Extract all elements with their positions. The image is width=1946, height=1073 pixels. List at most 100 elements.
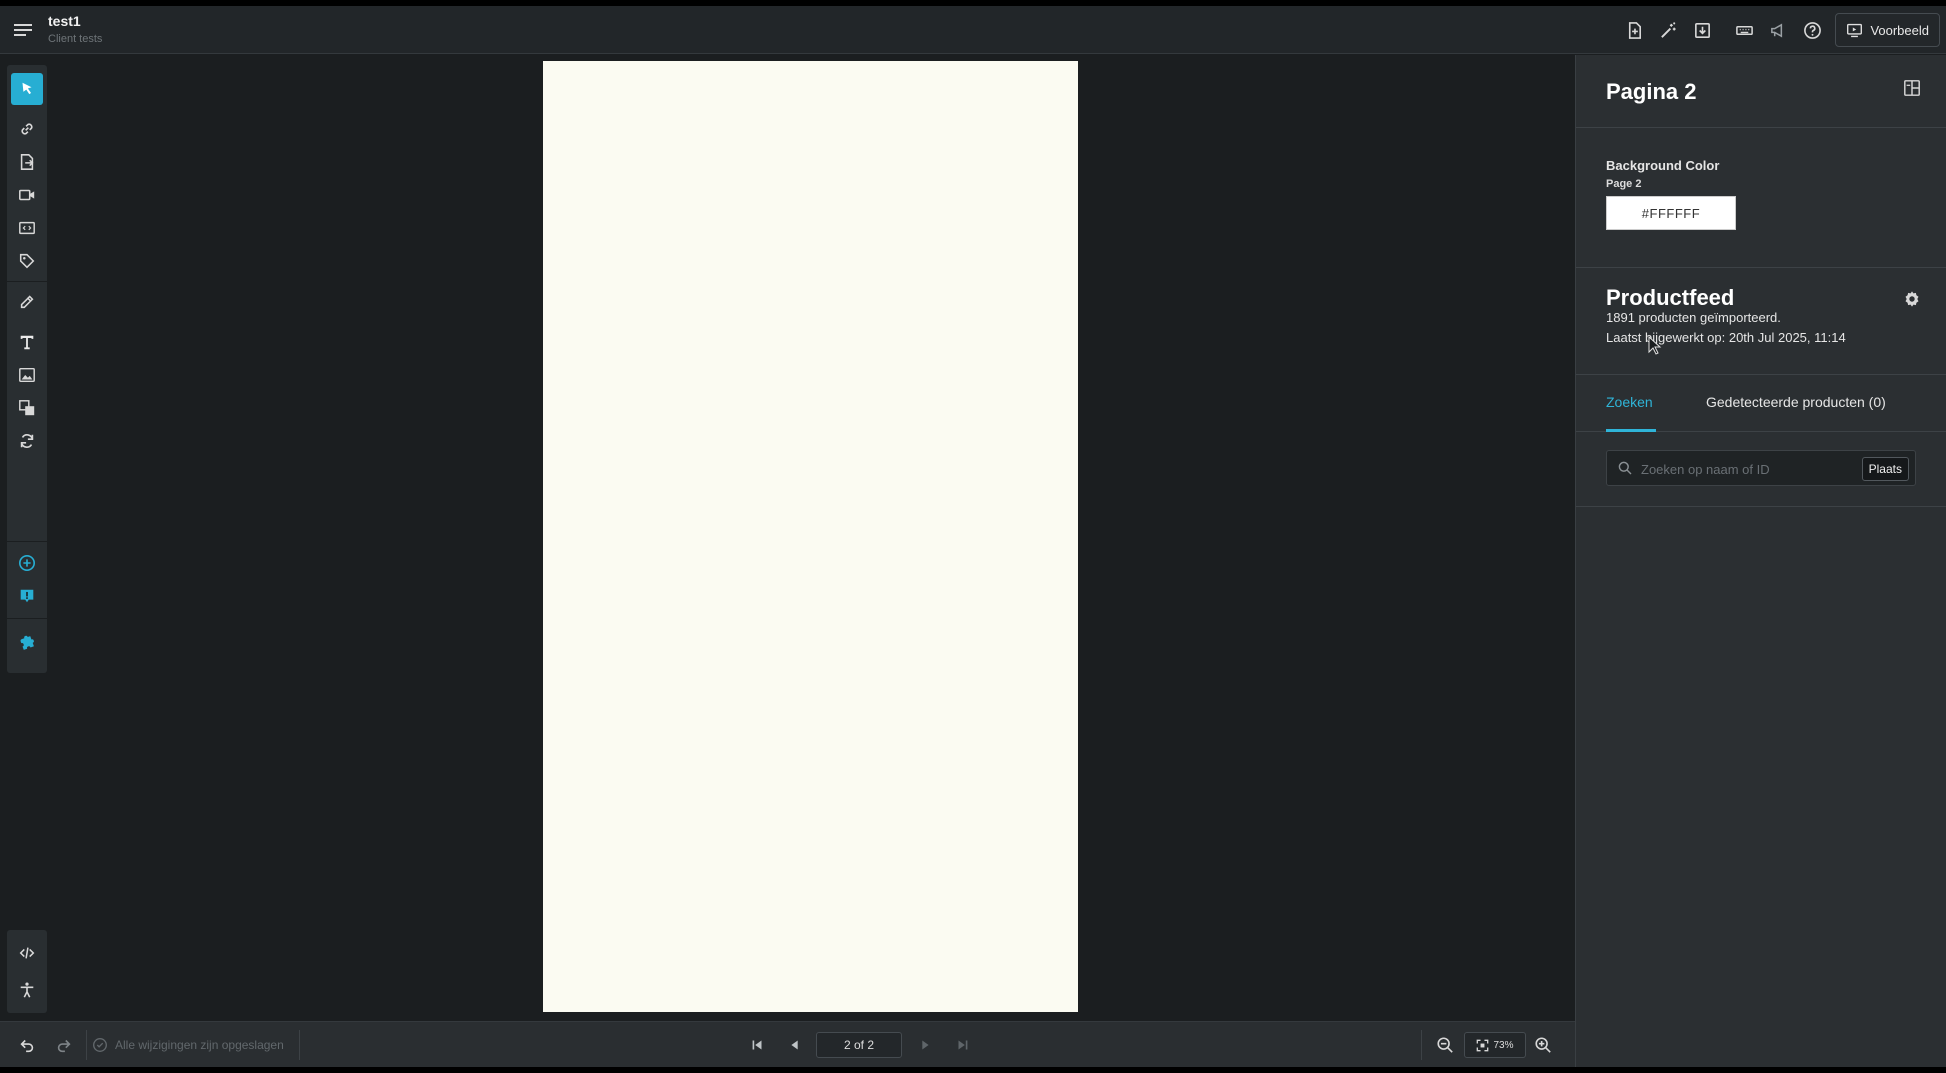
comment-tool[interactable] (11, 580, 43, 612)
tab-detected-products[interactable]: Gedetecteerde producten (0) (1706, 394, 1886, 410)
pen-icon (20, 295, 34, 309)
image-tool[interactable] (11, 359, 43, 391)
shapes-icon (19, 400, 35, 416)
place-button[interactable]: Plaats (1861, 457, 1909, 481)
puzzle-icon (20, 635, 34, 650)
first-page-icon (752, 1040, 762, 1050)
hamburger-menu-icon[interactable] (12, 20, 34, 40)
monitor-play-icon (1847, 23, 1863, 37)
file-export-icon (20, 154, 34, 170)
left-bottom-toolbar (7, 930, 47, 1013)
last-page-button[interactable] (949, 1031, 977, 1059)
toolbar-divider (7, 618, 47, 619)
link-tool[interactable] (11, 113, 43, 145)
accessibility-icon (20, 982, 34, 998)
toolbar-divider (7, 541, 47, 542)
image-icon (19, 367, 35, 383)
saved-status-icon (86, 1031, 114, 1059)
previous-page-button[interactable] (781, 1031, 809, 1059)
background-color-picker[interactable]: #FFFFFF (1606, 196, 1736, 230)
announcements-button[interactable] (1761, 13, 1795, 47)
top-bar: test1 Client tests Voorbeeld (0, 6, 1946, 54)
embed-code-icon (19, 221, 35, 235)
background-color-label: Background Color (1606, 158, 1720, 173)
megaphone-icon (1771, 22, 1783, 38)
zoom-level: 73% (1493, 1039, 1514, 1051)
page-label: Page 2 (1606, 178, 1642, 190)
new-page-button[interactable] (1617, 13, 1651, 47)
code-view-button[interactable] (11, 937, 43, 969)
mouse-cursor-icon (1648, 336, 1662, 355)
link-icon (21, 123, 33, 135)
tag-tool[interactable] (11, 245, 43, 277)
text-icon (20, 335, 34, 350)
zoom-fit-button[interactable]: 73% (1464, 1032, 1526, 1058)
canvas-page[interactable] (543, 61, 1078, 1012)
fit-screen-icon (1477, 1039, 1489, 1051)
zoom-out-icon (1437, 1037, 1453, 1053)
left-toolbar (7, 65, 47, 673)
undo-button[interactable] (13, 1031, 41, 1059)
redo-button[interactable] (50, 1031, 78, 1059)
plus-circle-icon (18, 554, 36, 572)
productfeed-section: Productfeed 1891 producten geïmporteerd.… (1576, 268, 1946, 375)
file-add-icon (1628, 21, 1641, 39)
accessibility-button[interactable] (11, 974, 43, 1006)
download-icon (1694, 22, 1710, 38)
pointer-icon (22, 82, 32, 95)
divider (1421, 1030, 1422, 1060)
help-icon (1804, 21, 1821, 39)
keyboard-button[interactable] (1727, 13, 1761, 47)
saved-status-text: Alle wijzigingen zijn opgeslagen (115, 1038, 284, 1052)
preview-button[interactable]: Voorbeeld (1835, 13, 1940, 47)
undo-icon (20, 1039, 34, 1053)
alert-message-icon (20, 589, 34, 603)
tag-icon (19, 253, 35, 269)
draw-tool[interactable] (11, 285, 43, 317)
last-page-icon (958, 1040, 968, 1050)
select-tool[interactable] (11, 73, 43, 105)
next-page-button[interactable] (911, 1031, 939, 1059)
refresh-icon (20, 434, 34, 448)
plugin-tool[interactable] (11, 627, 43, 659)
first-page-button[interactable] (743, 1031, 771, 1059)
productfeed-title: Productfeed (1606, 285, 1735, 310)
product-search-input[interactable] (1641, 457, 1851, 481)
page-indicator[interactable]: 2 of 2 (816, 1032, 902, 1058)
check-circle-icon (93, 1038, 107, 1052)
refresh-tool[interactable] (11, 425, 43, 457)
background-section: Background Color Page 2 #FFFFFF (1576, 128, 1946, 268)
zoom-out-button[interactable] (1431, 1031, 1459, 1059)
magic-wand-button[interactable] (1651, 13, 1685, 47)
embed-tool[interactable] (11, 212, 43, 244)
page-link-tool[interactable] (11, 146, 43, 178)
top-actions: Voorbeeld (1617, 6, 1946, 54)
add-element-tool[interactable] (11, 547, 43, 579)
gear-icon[interactable] (1903, 290, 1921, 308)
zoom-in-icon (1535, 1037, 1551, 1053)
products-imported-text: 1891 producten geïmporteerd. (1606, 310, 1781, 325)
last-updated-text: Laatst bijgewerkt op: 20th Jul 2025, 11:… (1606, 330, 1846, 345)
zoom-in-button[interactable] (1529, 1031, 1557, 1059)
text-tool[interactable] (11, 326, 43, 358)
divider (299, 1030, 300, 1060)
toolbar-divider (7, 281, 47, 282)
bottom-bar: Alle wijzigingen zijn opgeslagen 2 of 2 … (0, 1021, 1575, 1067)
tabs-bar: Zoeken Gedetecteerde producten (0) (1576, 375, 1946, 432)
page-header-section: Pagina 2 (1576, 55, 1946, 128)
product-search-box: Plaats (1606, 450, 1916, 486)
video-tool[interactable] (11, 179, 43, 211)
page-title: Pagina 2 (1606, 79, 1697, 104)
video-icon (19, 189, 35, 201)
document-title: test1 (48, 13, 81, 29)
chevron-right-icon (922, 1040, 929, 1050)
magic-wand-icon (1661, 21, 1676, 38)
editor-app: test1 Client tests Voorbeeld Pagina 2 Ba… (0, 6, 1946, 1067)
keyboard-icon (1736, 25, 1753, 35)
help-button[interactable] (1795, 13, 1829, 47)
tab-search[interactable]: Zoeken (1606, 394, 1653, 410)
page-layout-icon[interactable] (1903, 79, 1921, 97)
chevron-left-icon (791, 1040, 798, 1050)
download-button[interactable] (1685, 13, 1719, 47)
shapes-tool[interactable] (11, 392, 43, 424)
